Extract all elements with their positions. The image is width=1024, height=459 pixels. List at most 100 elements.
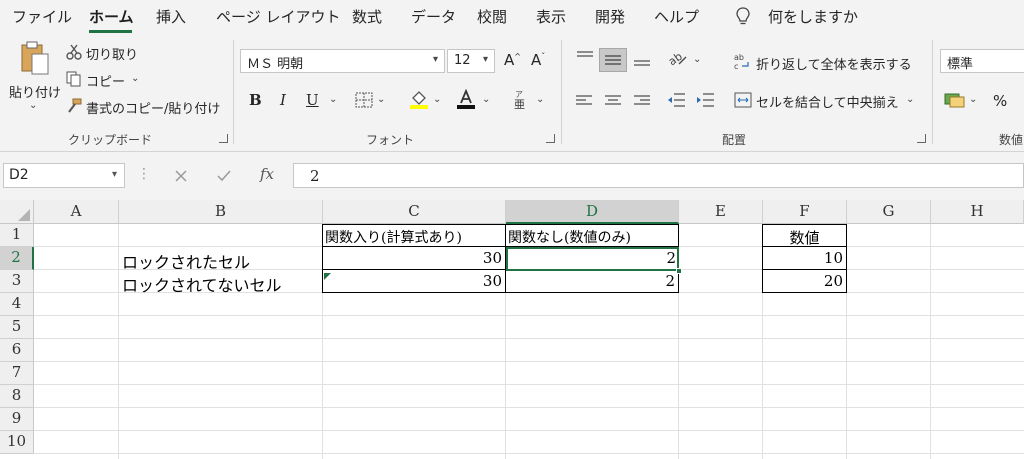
column-header-h[interactable]: H — [931, 200, 1024, 224]
accounting-dropdown-arrow[interactable]: ⌄ — [969, 94, 977, 105]
align-right-icon[interactable] — [633, 94, 651, 108]
enter-icon[interactable] — [216, 169, 232, 183]
merge-center-icon[interactable] — [734, 92, 752, 108]
tab-review[interactable]: 校閲 — [477, 6, 507, 27]
borders-icon[interactable] — [355, 92, 373, 108]
tab-view[interactable]: 表示 — [536, 6, 566, 27]
fill-handle[interactable] — [676, 268, 682, 274]
cut-icon[interactable] — [66, 44, 82, 60]
borders-dropdown-arrow[interactable]: ⌄ — [377, 94, 385, 105]
row-header-2[interactable]: 2 — [0, 247, 34, 270]
cell-f3[interactable]: 20 — [762, 269, 847, 293]
merge-center-button[interactable]: セルを結合して中央揃え — [756, 92, 899, 111]
orientation-dropdown-arrow[interactable]: ⌄ — [693, 54, 701, 65]
column-header-c[interactable]: C — [323, 200, 506, 224]
orientation-icon[interactable]: ab — [667, 48, 689, 68]
column-header-b[interactable]: B — [119, 200, 323, 224]
lightbulb-icon[interactable] — [734, 6, 752, 26]
tab-file[interactable]: ファイル — [12, 6, 72, 27]
row-header-5[interactable]: 5 — [0, 316, 34, 339]
row-header-8[interactable]: 8 — [0, 385, 34, 408]
phonetic-dropdown-arrow[interactable]: ⌄ — [536, 94, 544, 105]
formula-bar-resize-handle[interactable]: ⋮ — [137, 166, 151, 182]
copy-button[interactable]: コピー — [86, 71, 125, 90]
alignment-dialog-launcher[interactable] — [917, 134, 926, 143]
gridline — [34, 453, 1024, 454]
align-center-icon[interactable] — [604, 94, 622, 108]
row-header-4[interactable]: 4 — [0, 293, 34, 316]
wrap-text-icon[interactable]: ab c — [734, 52, 752, 70]
copy-dropdown-arrow[interactable]: ⌄ — [131, 73, 139, 84]
fill-color-dropdown-arrow[interactable]: ⌄ — [433, 94, 441, 105]
cell-c3[interactable]: 30 — [322, 269, 506, 293]
name-box[interactable]: D2 ▾ — [3, 163, 125, 188]
cell-f1[interactable]: 数値 — [762, 224, 847, 247]
align-left-icon[interactable] — [575, 94, 593, 108]
cell-d1[interactable]: 関数なし(数値のみ) — [505, 224, 679, 247]
cut-button[interactable]: 切り取り — [86, 44, 138, 63]
percent-style-button[interactable]: % — [993, 92, 1007, 110]
increase-font-size-button[interactable]: A^ — [504, 51, 521, 69]
tab-formulas[interactable]: 数式 — [352, 6, 382, 27]
row-header-1[interactable]: 1 — [0, 224, 34, 247]
tab-data[interactable]: データ — [411, 6, 456, 27]
decrease-font-size-button[interactable]: Aˇ — [531, 51, 545, 69]
cancel-icon[interactable] — [174, 169, 188, 183]
copy-icon[interactable] — [66, 71, 82, 87]
row-header-10[interactable]: 10 — [0, 431, 34, 454]
wrap-text-button[interactable]: 折り返して全体を表示する — [756, 54, 912, 73]
column-header-a[interactable]: A — [34, 200, 119, 224]
underline-dropdown-arrow[interactable]: ⌄ — [329, 94, 337, 105]
formula-bar: D2 ▾ ⋮ fx 2 — [0, 152, 1024, 200]
select-all-button[interactable] — [0, 200, 34, 224]
increase-indent-icon[interactable] — [695, 92, 715, 108]
column-header-e[interactable]: E — [679, 200, 763, 224]
format-painter-icon[interactable] — [66, 98, 82, 114]
cell-b2[interactable]: ロックされたセル — [122, 247, 322, 272]
align-bottom-icon[interactable] — [632, 50, 652, 68]
format-painter-button[interactable]: 書式のコピー/貼り付け — [86, 98, 220, 117]
font-color-dropdown-arrow[interactable]: ⌄ — [482, 94, 490, 105]
merge-center-dropdown-arrow[interactable]: ⌄ — [906, 94, 914, 105]
formula-input[interactable]: 2 — [293, 163, 1024, 188]
italic-button[interactable]: I — [280, 91, 286, 109]
row-header-7[interactable]: 7 — [0, 362, 34, 385]
number-format-combo[interactable]: 標準 — [940, 49, 1024, 73]
font-size-combo[interactable]: 12 ▾ — [447, 49, 495, 73]
accounting-format-icon[interactable] — [944, 91, 966, 109]
bold-button[interactable]: B — [249, 91, 262, 109]
underline-button[interactable]: U — [306, 91, 319, 109]
column-header-g[interactable]: G — [847, 200, 931, 224]
insert-function-button[interactable]: fx — [260, 165, 274, 183]
font-name-combo[interactable]: ＭＳ 明朝 ▾ — [240, 49, 445, 73]
column-header-f[interactable]: F — [763, 200, 847, 224]
phonetic-icon[interactable]: ア 亜 — [512, 89, 528, 109]
clipboard-dialog-launcher[interactable] — [219, 134, 228, 143]
error-indicator-icon[interactable] — [324, 273, 331, 280]
cell-c2[interactable]: 30 — [322, 246, 506, 270]
row-header-6[interactable]: 6 — [0, 339, 34, 362]
tab-insert[interactable]: 挿入 — [156, 6, 186, 27]
font-color-icon[interactable] — [456, 89, 476, 109]
cell-d3[interactable]: 2 — [505, 269, 679, 293]
cell-b3[interactable]: ロックされてないセル — [122, 270, 322, 295]
tab-page-layout[interactable]: ページ レイアウト — [216, 6, 340, 27]
align-top-icon[interactable] — [575, 50, 595, 66]
paste-button[interactable]: 貼り付け — [9, 82, 61, 101]
paste-icon[interactable] — [16, 40, 52, 84]
fill-color-icon[interactable] — [409, 89, 429, 109]
paste-dropdown-arrow[interactable]: ⌄ — [29, 100, 37, 111]
tab-home[interactable]: ホーム — [89, 6, 134, 27]
cell-f2[interactable]: 10 — [762, 246, 847, 270]
column-header-d[interactable]: D — [506, 200, 679, 224]
row-header-9[interactable]: 9 — [0, 408, 34, 431]
tab-developer[interactable]: 開発 — [595, 6, 625, 27]
row-header-3[interactable]: 3 — [0, 270, 34, 293]
align-middle-button[interactable] — [599, 48, 627, 72]
tab-help[interactable]: ヘルプ — [654, 6, 699, 27]
tell-me-search[interactable]: 何をしますか — [768, 6, 858, 27]
font-dialog-launcher[interactable] — [546, 134, 555, 143]
decrease-indent-icon[interactable] — [666, 92, 686, 108]
align-middle-icon — [605, 55, 621, 65]
cell-c1[interactable]: 関数入り(計算式あり) — [322, 224, 506, 247]
